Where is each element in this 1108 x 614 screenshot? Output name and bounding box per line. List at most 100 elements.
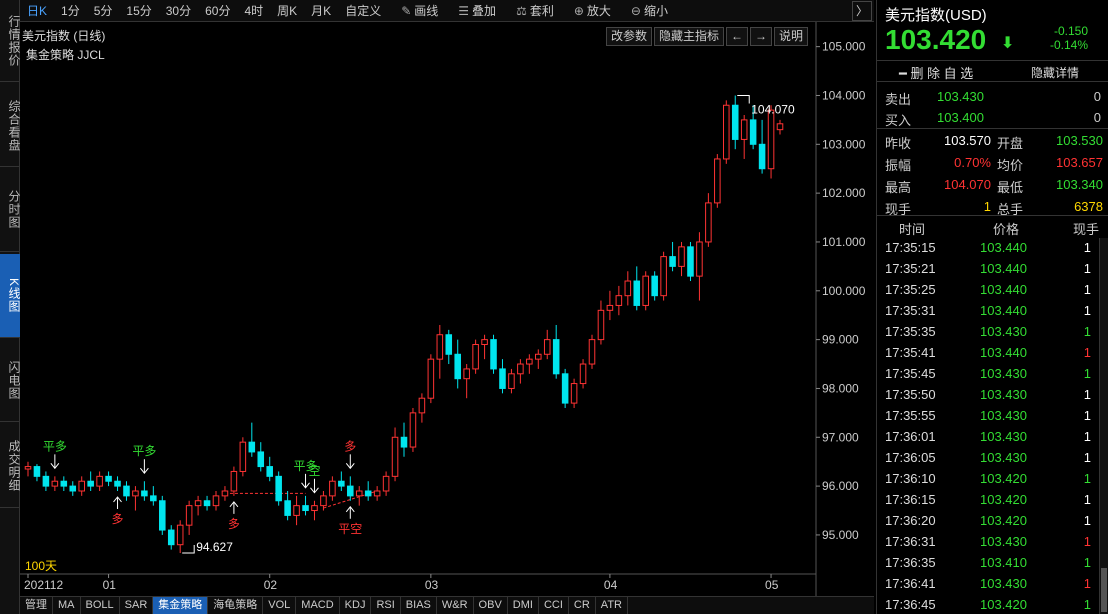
indicator-tab-15[interactable]: CR	[569, 597, 596, 614]
candle	[490, 334, 497, 374]
x-tick-label: 202112	[24, 578, 63, 592]
tick-time: 17:35:45	[885, 366, 936, 381]
indicator-tab-14[interactable]: CCI	[539, 597, 569, 614]
ticks-header: 时间 价格 现手	[877, 216, 1108, 237]
indicator-tab-11[interactable]: W&R	[437, 597, 474, 614]
indicator-tab-5[interactable]: 海龟策略	[208, 597, 264, 614]
period-tab-9[interactable]: 自定义	[338, 0, 388, 22]
candle	[517, 359, 524, 384]
tick-row: 17:35:45 103.430 1	[877, 363, 1099, 384]
indicator-tab-7[interactable]: MACD	[296, 597, 340, 614]
indicator-tab-8[interactable]: KDJ	[340, 597, 372, 614]
ticks-scrollbar[interactable]	[1099, 238, 1108, 614]
left-tab-5[interactable]: 成交明细	[0, 424, 21, 508]
x-tick-label: 01	[103, 578, 117, 592]
candle	[87, 471, 94, 491]
indicator-tab-1[interactable]: MA	[53, 597, 81, 614]
candle	[454, 339, 461, 389]
period-tab-4[interactable]: 30分	[159, 0, 198, 22]
indicator-tab-16[interactable]: ATR	[596, 597, 628, 614]
indicator-tab-6[interactable]: VOL	[263, 597, 297, 614]
period-tab-6[interactable]: 4时	[237, 0, 270, 22]
indicator-tab-9[interactable]: RSI	[371, 597, 401, 614]
x-tick-label: 04	[604, 578, 618, 592]
ask-qty: 0	[1093, 89, 1101, 104]
indicator-tab-10[interactable]: BIAS	[401, 597, 437, 614]
svg-text:平多: 平多	[43, 439, 67, 453]
period-tab-5[interactable]: 60分	[198, 0, 237, 22]
ticks-header-1: 价格	[993, 222, 1020, 237]
tick-price: 103.420	[980, 513, 1027, 528]
hide-details-button[interactable]: 隐藏详情	[1031, 64, 1079, 81]
period-tab-8[interactable]: 月K	[304, 0, 338, 22]
indicator-tabs: 管理 MA BOLL SAR 集金策略 海龟策略 VOL MACD KDJ RSI BIAS W&R O…	[20, 596, 874, 614]
down-arrow-icon: ⬇	[1001, 35, 1015, 52]
tick-qty: 1	[1083, 366, 1091, 381]
candle	[51, 476, 59, 491]
left-tab-2[interactable]: 分时图	[0, 168, 21, 252]
tool-arbitrage-button[interactable]: ⚖ 套利	[509, 0, 561, 22]
candle	[78, 476, 85, 496]
quote-panel: 美元指数(USD) 103.420 ⬇ -0.150 -0.14% ━ 删 除 …	[876, 0, 1108, 614]
tick-time: 17:35:50	[885, 387, 936, 402]
indicator-tab-0[interactable]: 管理	[20, 597, 53, 614]
tool-zoom-out-button[interactable]: ⊖ 缩小	[624, 0, 675, 22]
left-tab-3[interactable]: K线图	[0, 254, 21, 338]
tick-price: 103.430	[980, 576, 1027, 591]
candle	[311, 500, 318, 521]
period-tab-3[interactable]: 15分	[119, 0, 158, 22]
period-tab-0[interactable]: 日K	[20, 0, 54, 22]
svg-text:多: 多	[112, 512, 124, 526]
tick-price: 103.430	[980, 324, 1027, 339]
stat-row-3: 现手 1 总手 6378	[877, 196, 1108, 217]
candle	[176, 520, 184, 554]
period-tab-2[interactable]: 5分	[87, 0, 120, 22]
y-tick-label: 103.000	[822, 137, 866, 151]
ask-price: 103.430	[937, 89, 984, 104]
candle	[239, 437, 247, 477]
delete-watchlist-button[interactable]: ━ 删 除 自 选	[899, 63, 973, 82]
tick-row: 17:36:31 103.430 1	[877, 531, 1099, 552]
bid-row: 买入 103.400 0	[877, 107, 1108, 128]
tool-zoom-in-button[interactable]: ⊕ 放大	[567, 0, 618, 22]
period-tab-7[interactable]: 周K	[270, 0, 304, 22]
tool-pencil-button[interactable]: ✎ 画线	[394, 0, 445, 22]
y-tick-label: 104.000	[822, 88, 866, 102]
tool-label: 画线	[414, 3, 439, 18]
tool-label: 缩小	[643, 3, 668, 18]
candle	[445, 329, 453, 365]
signal-marker: 多	[228, 501, 240, 531]
kline-chart[interactable]: 95.000 96.000 97.000 98.000 99.000 100.000 101…	[20, 22, 874, 596]
candle	[123, 481, 130, 501]
indicator-tab-12[interactable]: OBV	[474, 597, 508, 614]
left-tab-4[interactable]: 闪电图	[0, 340, 21, 422]
tool-layers-button[interactable]: ☰ 叠加	[451, 0, 503, 22]
y-tick-label: 99.000	[822, 333, 859, 347]
indicator-tab-3[interactable]: SAR	[120, 597, 154, 614]
toolbar-scroll-right-button[interactable]: 〉	[852, 1, 872, 21]
candle	[203, 495, 211, 511]
indicator-tab-13[interactable]: DMI	[508, 597, 539, 614]
stat-value: 1	[983, 199, 991, 214]
tick-qty: 1	[1083, 240, 1091, 255]
stat-label: 最高	[885, 180, 912, 195]
indicator-tab-2[interactable]: BOLL	[81, 597, 120, 614]
candle	[615, 285, 623, 316]
tick-qty: 1	[1083, 534, 1091, 549]
left-tab-1[interactable]: 综合看盘	[0, 85, 21, 167]
candle	[740, 115, 748, 159]
scrollbar-thumb[interactable]	[1101, 568, 1107, 612]
indicator-tab-4[interactable]: 集金策略	[153, 597, 209, 614]
svg-text:平空: 平空	[338, 522, 362, 536]
stat-row-1: 振幅 0.70% 均价 103.657	[877, 152, 1108, 173]
candle	[266, 456, 273, 482]
x-tick-label: 02	[264, 578, 278, 592]
tick-qty: 1	[1083, 576, 1091, 591]
signal-marker: 多	[344, 439, 356, 470]
tick-qty: 1	[1083, 345, 1091, 360]
svg-text:空: 空	[308, 464, 320, 478]
period-tab-1[interactable]: 1分	[54, 0, 87, 22]
tick-price: 103.440	[980, 303, 1027, 318]
tick-price: 103.430	[980, 534, 1027, 549]
left-tab-0[interactable]: 行情报价	[0, 0, 21, 82]
